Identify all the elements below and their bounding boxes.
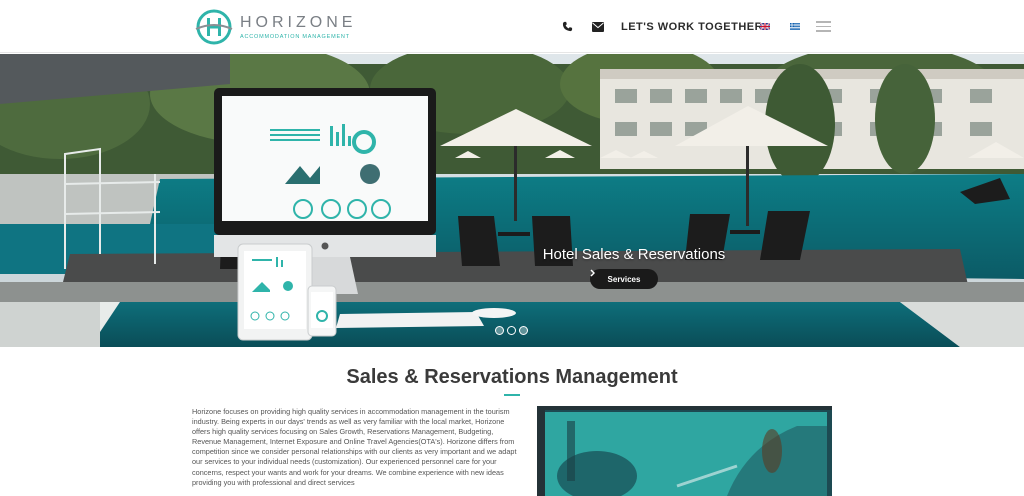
title-divider	[504, 394, 520, 396]
intro-paragraph: Horizone focuses on providing high quali…	[192, 407, 517, 487]
mail-link[interactable]	[592, 0, 604, 53]
logo-mark-icon	[195, 9, 233, 45]
logo-tagline: ACCOMMODATION MANAGEMENT	[240, 34, 350, 40]
hero-slider: Hotel Sales & Reservations Services	[0, 54, 1024, 347]
slide-dot-1[interactable]	[495, 326, 504, 335]
hamburger-menu-icon[interactable]	[816, 0, 831, 53]
slide-dot-3[interactable]	[519, 326, 528, 335]
mail-icon	[592, 21, 604, 32]
lets-work-together-link[interactable]: LET'S WORK TOGETHER	[621, 0, 763, 53]
flag-greece-icon	[790, 23, 800, 30]
slide-dot-2[interactable]	[507, 326, 516, 335]
feature-image	[537, 406, 832, 496]
slider-pagination	[495, 326, 528, 335]
language-english-link[interactable]	[760, 0, 770, 53]
language-greek-link[interactable]	[790, 0, 800, 53]
section-title: Sales & Reservations Management	[346, 366, 678, 388]
phone-icon	[562, 21, 573, 32]
flag-uk-icon	[760, 23, 770, 30]
logo-name: HORIZONE	[240, 14, 357, 31]
phone-link[interactable]	[562, 0, 573, 53]
services-button[interactable]: Services	[590, 269, 658, 289]
hero-image	[0, 54, 1024, 347]
site-header: HORIZONE ACCOMMODATION MANAGEMENT LET'S …	[0, 0, 1024, 53]
hero-title: Hotel Sales & Reservations	[542, 246, 726, 263]
chevron-right-icon	[590, 269, 595, 277]
services-button-label: Services	[607, 274, 641, 284]
site-logo[interactable]: HORIZONE ACCOMMODATION MANAGEMENT	[194, 8, 354, 46]
